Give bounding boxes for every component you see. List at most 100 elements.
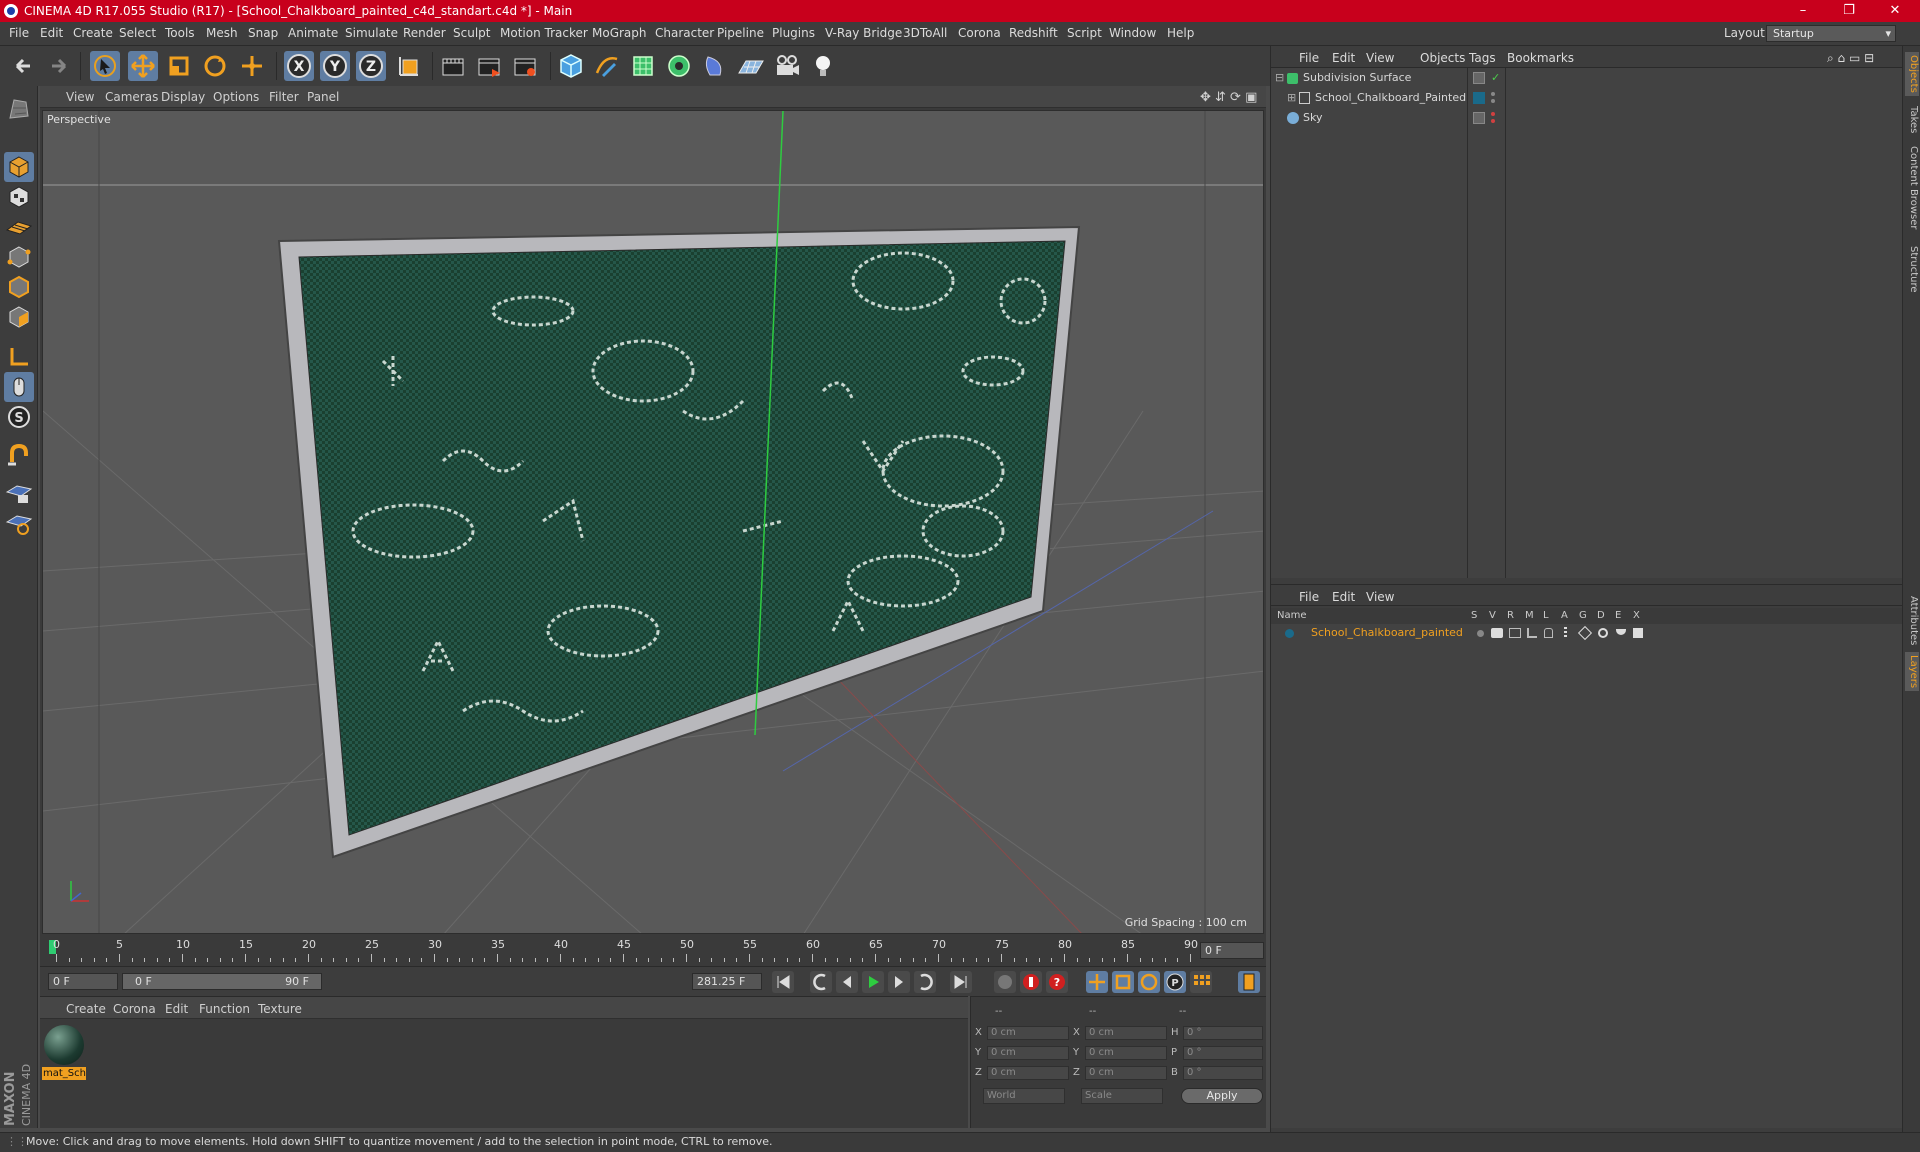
x-axis-lock-icon[interactable]: X xyxy=(284,51,314,81)
menu-window[interactable]: Window xyxy=(1109,26,1156,40)
key-rotation-icon[interactable] xyxy=(1138,971,1160,993)
menu-motion-tracker[interactable]: Motion Tracker xyxy=(500,26,588,40)
select-tool-icon[interactable] xyxy=(90,51,120,81)
key-position-icon[interactable] xyxy=(1086,971,1108,993)
tweak-mode-icon[interactable] xyxy=(4,372,34,402)
material-menu-edit[interactable]: Edit xyxy=(165,1002,188,1016)
render-icon[interactable] xyxy=(1509,628,1521,638)
tab-objects[interactable]: Objects xyxy=(1905,52,1919,96)
material-menu-function[interactable]: Function xyxy=(199,1002,250,1016)
goto-start-icon[interactable] xyxy=(772,971,794,993)
visibility-toggle[interactable] xyxy=(1473,72,1485,84)
light-object-icon[interactable] xyxy=(808,51,838,81)
undo-button[interactable] xyxy=(8,51,38,81)
autokey-icon[interactable]: ? xyxy=(1046,971,1068,993)
position-x-field[interactable]: 0 cm xyxy=(987,1026,1069,1040)
object-row-sky[interactable]: Sky xyxy=(1271,108,1903,128)
magnet-icon[interactable] xyxy=(4,440,34,470)
next-frame-icon[interactable] xyxy=(888,971,910,993)
pen-spline-icon[interactable] xyxy=(592,51,622,81)
size-x-field[interactable]: 0 cm xyxy=(1085,1026,1167,1040)
editor-visibility-dot[interactable] xyxy=(1491,92,1495,96)
workplane-lock-icon[interactable] xyxy=(4,478,34,508)
layer-row[interactable]: School_Chalkboard_painted xyxy=(1271,624,1903,642)
menu-sculpt[interactable]: Sculpt xyxy=(453,26,490,40)
viewport-menu-view[interactable]: View xyxy=(66,90,94,104)
expression-icon[interactable] xyxy=(1616,629,1626,635)
lock-icon[interactable] xyxy=(1544,628,1553,638)
objects-menu-edit[interactable]: Edit xyxy=(1332,51,1355,65)
rotation-p-field[interactable]: 0 ° xyxy=(1183,1046,1263,1060)
menu-edit[interactable]: Edit xyxy=(40,26,63,40)
menu-corona[interactable]: Corona xyxy=(958,26,1001,40)
menu-redshift[interactable]: Redshift xyxy=(1009,26,1058,40)
generator-icon[interactable] xyxy=(1577,625,1593,641)
render-to-picture-viewer-icon[interactable] xyxy=(474,51,504,81)
play-icon[interactable] xyxy=(862,971,884,993)
camera-object-icon[interactable] xyxy=(772,51,802,81)
snap-icon[interactable]: S xyxy=(4,402,34,432)
key-pla-icon[interactable] xyxy=(1190,971,1212,993)
viewport-menu-panel[interactable]: Panel xyxy=(307,90,339,104)
tab-layers[interactable]: Layers xyxy=(1905,652,1919,692)
menu-help[interactable]: Help xyxy=(1167,26,1194,40)
viewport-menu-options[interactable]: Options xyxy=(213,90,259,104)
layers-menu-edit[interactable]: Edit xyxy=(1332,590,1355,604)
start-frame-field[interactable]: 0 F xyxy=(48,973,118,990)
record-keyframe-icon[interactable] xyxy=(1020,971,1042,993)
size-z-field[interactable]: 0 cm xyxy=(1085,1066,1167,1080)
menu-create[interactable]: Create xyxy=(73,26,113,40)
redo-button[interactable] xyxy=(44,51,74,81)
tab-structure[interactable]: Structure xyxy=(1905,246,1919,293)
model-mode-icon[interactable] xyxy=(4,152,34,182)
y-axis-lock-icon[interactable]: Y xyxy=(320,51,350,81)
render-visibility-dot[interactable] xyxy=(1491,119,1495,123)
motion-record-icon[interactable] xyxy=(994,971,1016,993)
frame-range-slider[interactable]: 0 F 90 F xyxy=(122,973,322,990)
view-eye-icon[interactable] xyxy=(1491,628,1503,638)
expand-icon[interactable]: ⊞ xyxy=(1287,88,1296,108)
material-menu-create[interactable]: Create xyxy=(66,1002,106,1016)
rotation-b-field[interactable]: 0 ° xyxy=(1183,1066,1263,1080)
objects-menu-bookmarks[interactable]: Bookmarks xyxy=(1507,51,1574,65)
close-button[interactable]: ✕ xyxy=(1872,0,1918,22)
apply-button[interactable]: Apply xyxy=(1181,1088,1263,1104)
rotate-tool-icon[interactable] xyxy=(200,51,230,81)
goto-end-icon[interactable] xyxy=(950,971,972,993)
editor-visibility-dot[interactable] xyxy=(1491,112,1495,116)
end-frame-field[interactable]: 281.25 F xyxy=(692,973,762,990)
prev-key-icon[interactable] xyxy=(810,971,832,993)
tab-attributes[interactable]: Attributes xyxy=(1905,596,1919,645)
animation-icon[interactable] xyxy=(1564,627,1567,639)
points-mode-icon[interactable] xyxy=(4,242,34,272)
object-row-subdivision-surface[interactable]: ⊟ Subdivision Surface ✓ xyxy=(1271,68,1903,88)
scale-tool-icon[interactable] xyxy=(164,51,194,81)
size-mode-select[interactable]: Scale xyxy=(1081,1088,1163,1104)
layers-menu-view[interactable]: View xyxy=(1366,590,1394,604)
solo-toggle-icon[interactable] xyxy=(1477,630,1484,637)
xref-icon[interactable] xyxy=(1633,628,1643,638)
render-view-icon[interactable] xyxy=(438,51,468,81)
mograph-cloner-icon[interactable] xyxy=(664,51,694,81)
material-swatch[interactable]: mat_Sch xyxy=(42,1025,86,1080)
deformer-icon[interactable] xyxy=(1598,628,1608,638)
objects-menu-view[interactable]: View xyxy=(1366,51,1394,65)
layer-color-tag[interactable] xyxy=(1473,92,1485,104)
minimize-button[interactable]: – xyxy=(1780,0,1826,22)
visibility-toggle[interactable] xyxy=(1473,112,1485,124)
next-key-icon[interactable] xyxy=(914,971,936,993)
texture-mode-icon[interactable] xyxy=(4,182,34,212)
viewport-nav-icons[interactable]: ✥ ⇵ ⟳ ▣ xyxy=(1200,90,1257,105)
menu-plugins[interactable]: Plugins xyxy=(772,26,815,40)
menu-animate[interactable]: Animate xyxy=(288,26,338,40)
key-scale-icon[interactable] xyxy=(1112,971,1134,993)
material-menu-corona[interactable]: Corona xyxy=(113,1002,156,1016)
manager-icon[interactable] xyxy=(1527,628,1537,638)
menu-pipeline[interactable]: Pipeline xyxy=(717,26,764,40)
objects-menu-objects[interactable]: Objects xyxy=(1420,51,1465,65)
menu-snap[interactable]: Snap xyxy=(248,26,278,40)
cube-primitive-icon[interactable] xyxy=(556,51,586,81)
position-z-field[interactable]: 0 cm xyxy=(987,1066,1069,1080)
collapse-icon[interactable]: ⊟ xyxy=(1275,68,1284,88)
current-frame-field[interactable]: 0 F xyxy=(1200,942,1264,959)
